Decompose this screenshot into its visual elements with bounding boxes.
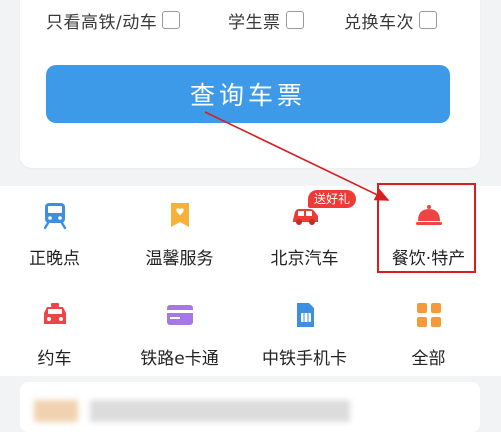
filter-student-ticket-label: 学生票 [228, 12, 281, 33]
service-ride-hailing[interactable]: 约车 [0, 300, 117, 380]
highlight-box [377, 183, 476, 273]
service-label: 北京汽车 [270, 249, 339, 269]
service-label: 约车 [37, 349, 72, 369]
filter-gaotie-dongche[interactable]: 只看高铁/动车 [46, 8, 181, 33]
service-rail-ecard[interactable]: 铁路e卡通 [117, 300, 242, 380]
blurred-thumbnail [34, 400, 78, 422]
blurred-text [90, 400, 350, 422]
filter-gaotie-dongche-label: 只看高铁/动车 [46, 12, 158, 33]
service-label: 铁路e卡通 [140, 349, 219, 369]
filter-exchange-train-label: 兑换车次 [344, 12, 414, 33]
filter-exchange-train-checkbox[interactable] [419, 11, 437, 29]
promo-badge: 送好礼 [308, 190, 357, 208]
service-crcc-sim[interactable]: 中铁手机卡 [242, 300, 367, 380]
service-label: 中铁手机卡 [262, 349, 347, 369]
service-label: 全部 [411, 349, 446, 369]
blurred-content-card [20, 382, 480, 432]
filter-student-ticket-checkbox[interactable] [285, 11, 304, 29]
service-all[interactable]: 全部 [366, 300, 491, 380]
service-beijing-auto[interactable]: 北京汽车 [242, 200, 367, 280]
grid-icon [416, 303, 441, 327]
filter-gaotie-dongche-checkbox[interactable] [162, 11, 181, 29]
search-card: 只看高铁/动车 学生票 兑换车次 查询车票 [20, 0, 480, 168]
filter-exchange-train[interactable]: 兑换车次 [344, 8, 437, 33]
query-tickets-button[interactable]: 查询车票 [46, 65, 450, 123]
service-label: 温馨服务 [145, 249, 214, 269]
taxi-icon [43, 303, 66, 324]
card-icon [166, 305, 193, 325]
service-label: 正晚点 [29, 249, 80, 269]
sim-card-icon [296, 303, 314, 327]
filter-student-ticket[interactable]: 学生票 [228, 8, 304, 33]
service-tag-icon [170, 203, 189, 227]
service-warm-service[interactable]: 温馨服务 [117, 200, 242, 280]
service-punctuality[interactable]: 正晚点 [0, 200, 117, 280]
train-icon [43, 203, 66, 230]
